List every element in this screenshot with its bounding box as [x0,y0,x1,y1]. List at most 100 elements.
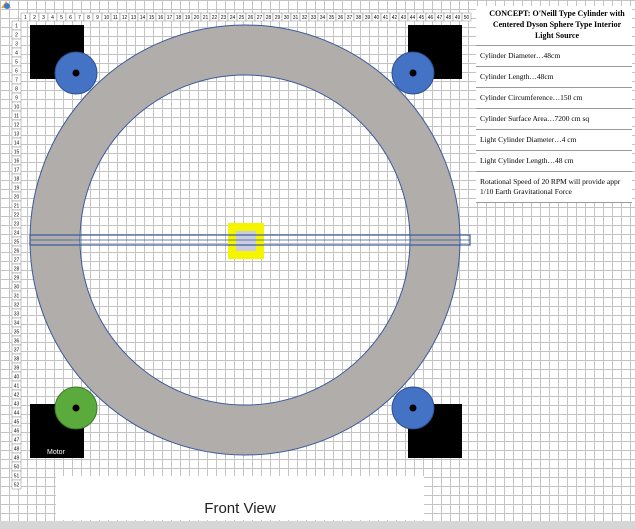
ruler-row-label: 33 [14,312,20,318]
ruler-column-label: 23 [221,15,227,21]
ruler-column-label: 1 [24,15,27,21]
ruler-row-label: 43 [14,402,20,408]
ruler-row-label: 18 [14,177,20,183]
ruler-column-label: 12 [122,15,128,21]
ruler-row-label: 30 [14,285,20,291]
ruler-column-label: 2 [33,15,36,21]
motor-label: Motor [47,449,65,456]
ruler-column-label: 39 [365,15,371,21]
note-light-cylinder-length: Light Cylinder Length…48 cm [476,150,632,171]
ruler-row-label: 29 [14,276,20,282]
ruler-column-label: 36 [338,15,344,21]
concept-title: CONCEPT: O'Neill Type Cylinder with Cent… [489,9,625,40]
ruler-row-label: 2 [15,33,18,39]
ruler-row-label: 4 [15,51,18,57]
ruler-row-label: 40 [14,375,20,381]
ruler-row-label: 39 [14,366,20,372]
ruler-row-label: 20 [14,195,20,201]
ruler-column-label: 45 [419,15,425,21]
ruler-column-label: 3 [42,15,45,21]
ruler-column-label: 38 [356,15,362,21]
ruler-row-label: 22 [14,213,20,219]
ruler-column-label: 32 [302,15,308,21]
ruler-column-label: 40 [374,15,380,21]
roller-axle-bottom-right [409,404,417,412]
note-cylinder-circumference: Cylinder Circumference…150 cm [476,87,632,108]
ruler-column-label: 7 [78,15,81,21]
ruler-row-label: 9 [15,96,18,102]
ruler-row-label: 26 [14,249,20,255]
ruler-row-label: 35 [14,330,20,336]
ruler-column-label: 34 [320,15,326,21]
ruler-row-label: 1 [15,24,18,30]
ruler-row-label: 50 [14,465,20,471]
ruler-column-label: 22 [212,15,218,21]
roller-axle-top-left [72,69,80,77]
ruler-row-label: 11 [14,114,19,120]
ruler-column-label: 31 [293,15,299,21]
ruler-row-label: 31 [14,294,20,300]
ruler-row-label: 41 [14,384,20,390]
ruler-row-label: 24 [14,231,20,237]
ruler-row-label: 34 [14,321,20,327]
ruler-row-label: 48 [14,447,20,453]
note-rotational-speed: Rotational Speed of 20 RPM will provide … [476,171,632,203]
ruler-column-label: 41 [383,15,389,21]
ruler-column-label: 19 [185,15,191,21]
ruler-column-label: 42 [392,15,398,21]
ruler-column-label: 4 [51,15,54,21]
ruler-column-label: 50 [464,15,470,21]
ruler-column-label: 30 [284,15,290,21]
ruler-row-label: 36 [14,339,20,345]
ruler-column-label: 15 [149,15,155,21]
ruler-column-label: 28 [266,15,272,21]
ruler-column-label: 24 [230,15,236,21]
ruler-row-label: 47 [14,438,20,444]
ruler-row-label: 44 [14,411,20,417]
note-cylinder-diameter: Cylinder Diameter…48cm [476,45,632,66]
ruler-row-label: 7 [15,78,18,84]
front-view-caption: Front View [204,500,276,517]
ruler-column-label: 13 [131,15,137,21]
ruler-column-label: 17 [167,15,173,21]
notes-panel: CONCEPT: O'Neill Type Cylinder with Cent… [476,6,632,203]
ruler-column-label: 21 [203,15,209,21]
ruler-column-label: 9 [96,15,99,21]
ruler-column-label: 8 [87,15,90,21]
ruler-row-label: 46 [14,429,20,435]
note-cylinder-surface-area: Cylinder Surface Area…7200 cm sq [476,108,632,129]
ruler-column-label: 49 [455,15,461,21]
ruler-row-label: 5 [15,60,18,66]
ruler-row-label: 49 [14,456,20,462]
roller-axle-top-right [409,69,417,77]
ruler-column-label: 20 [194,15,200,21]
row-ruler: 1234567891011121314151617181920212223242… [11,20,22,490]
ruler-row-label: 17 [14,168,20,174]
ruler-row-label: 32 [14,303,20,309]
ruler-row-label: 14 [14,141,20,147]
ruler-column-label: 47 [437,15,443,21]
ruler-column-label: 29 [275,15,281,21]
ruler-row-label: 6 [15,69,18,75]
ruler-column-label: 18 [176,15,182,21]
note-light-cylinder-diameter: Light Cylinder Diameter…4 cm [476,129,632,150]
ruler-column-label: 37 [347,15,353,21]
ruler-column-label: 27 [257,15,263,21]
ruler-row-label: 25 [14,240,20,246]
ruler-row-label: 51 [14,474,20,480]
ruler-row-label: 52 [14,483,20,489]
ruler-column-label: 35 [329,15,335,21]
ruler-column-label: 43 [401,15,407,21]
ruler-row-label: 16 [14,159,20,165]
ruler-column-label: 26 [248,15,254,21]
ruler-row-label: 37 [14,348,20,354]
ruler-column-label: 46 [428,15,434,21]
note-cylinder-length: Cylinder Length…48cm [476,66,632,87]
ruler-row-label: 10 [14,105,20,111]
ruler-row-label: 45 [14,420,20,426]
ruler-column-label: 25 [239,15,245,21]
ruler-column-label: 44 [410,15,416,21]
ruler-row-label: 27 [14,258,20,264]
ruler-row-label: 42 [14,393,20,399]
ruler-column-label: 14 [140,15,146,21]
